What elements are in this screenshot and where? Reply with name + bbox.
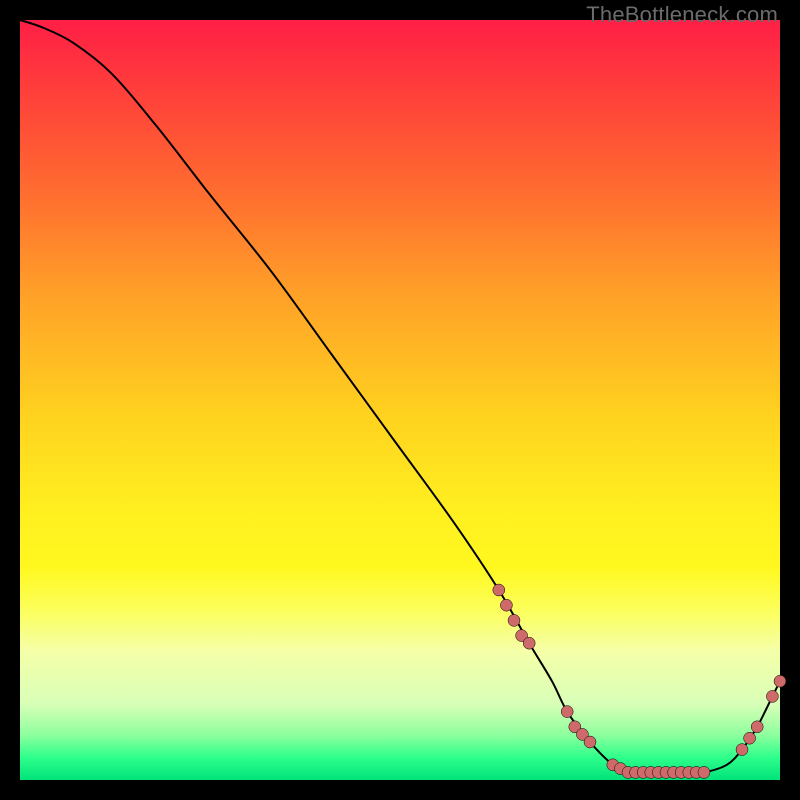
chart-stage: TheBottleneck.com — [0, 0, 800, 800]
data-marker — [774, 675, 786, 687]
bottleneck-curve — [20, 20, 780, 773]
watermark-text: TheBottleneck.com — [586, 2, 778, 28]
chart-svg — [20, 20, 780, 780]
data-marker — [744, 732, 756, 744]
data-marker — [698, 766, 710, 778]
data-marker — [493, 584, 505, 596]
data-markers — [493, 584, 786, 778]
data-marker — [736, 744, 748, 756]
data-marker — [523, 637, 535, 649]
data-marker — [584, 736, 596, 748]
data-marker — [508, 614, 520, 626]
plot-area — [20, 20, 780, 780]
data-marker — [500, 599, 512, 611]
data-marker — [751, 721, 763, 733]
data-marker — [561, 706, 573, 718]
data-marker — [766, 690, 778, 702]
